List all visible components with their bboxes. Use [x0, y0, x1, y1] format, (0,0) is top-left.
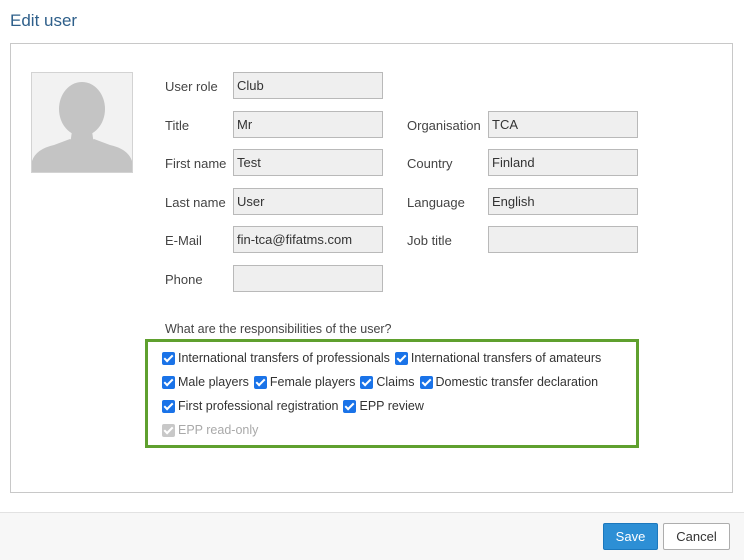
person-silhouette-icon	[32, 73, 132, 172]
job-title-label: Job title	[407, 233, 452, 248]
checkbox-domestic-transfer-declaration[interactable]	[419, 375, 433, 389]
phone-field[interactable]	[233, 265, 383, 292]
user-role-label: User role	[165, 79, 218, 94]
checkbox-epp-review[interactable]	[343, 399, 357, 413]
checkbox-international-amateurs[interactable]	[394, 351, 408, 365]
option-label: Male players	[178, 375, 249, 389]
save-button[interactable]: Save	[603, 523, 658, 550]
country-label: Country	[407, 156, 453, 171]
option-label: International transfers of amateurs	[410, 351, 602, 365]
language-field[interactable]: English	[488, 188, 638, 215]
email-label: E-Mail	[165, 233, 202, 248]
option-label: EPP read-only	[178, 423, 259, 437]
option-label: EPP review	[359, 399, 424, 413]
first-name-label: First name	[165, 156, 227, 171]
responsibilities-question: What are the responsibilities of the use…	[165, 322, 392, 336]
option-label: Domestic transfer declaration	[435, 375, 599, 389]
country-field[interactable]: Finland	[488, 149, 638, 176]
email-field[interactable]: fin-tca@fifatms.com	[233, 226, 383, 253]
organisation-field[interactable]: TCA	[488, 111, 638, 138]
checkbox-international-professionals[interactable]	[162, 351, 175, 365]
responsibilities-row-3: First professional registration EPP revi…	[161, 398, 428, 414]
responsibilities-row-4: EPP read-only	[161, 422, 262, 438]
cancel-button[interactable]: Cancel	[663, 523, 730, 550]
language-label: Language	[407, 195, 465, 210]
option-label: Claims	[376, 375, 415, 389]
option-label: First professional registration	[178, 399, 339, 413]
responsibilities-row-2: Male players Female players Claims Domes…	[161, 374, 602, 390]
phone-label: Phone	[165, 272, 203, 287]
checkbox-claims[interactable]	[360, 375, 374, 389]
option-label: Female players	[269, 375, 356, 389]
title-field[interactable]: Mr	[233, 111, 383, 138]
last-name-label: Last name	[165, 195, 226, 210]
title-label: Title	[165, 118, 190, 133]
user-role-field[interactable]: Club	[233, 72, 383, 99]
last-name-field[interactable]: User	[233, 188, 383, 215]
checkbox-first-professional-registration[interactable]	[162, 399, 175, 413]
checkbox-male-players[interactable]	[162, 375, 175, 389]
checkbox-female-players[interactable]	[253, 375, 267, 389]
responsibilities-row-1: International transfers of professionals…	[161, 350, 605, 366]
organisation-label: Organisation	[407, 118, 481, 133]
job-title-field[interactable]	[488, 226, 638, 253]
option-label: International transfers of professionals	[178, 351, 390, 365]
avatar-placeholder	[31, 72, 133, 173]
first-name-field[interactable]: Test	[233, 149, 383, 176]
checkbox-epp-read-only	[162, 423, 175, 437]
dialog-title: Edit user	[10, 11, 78, 30]
